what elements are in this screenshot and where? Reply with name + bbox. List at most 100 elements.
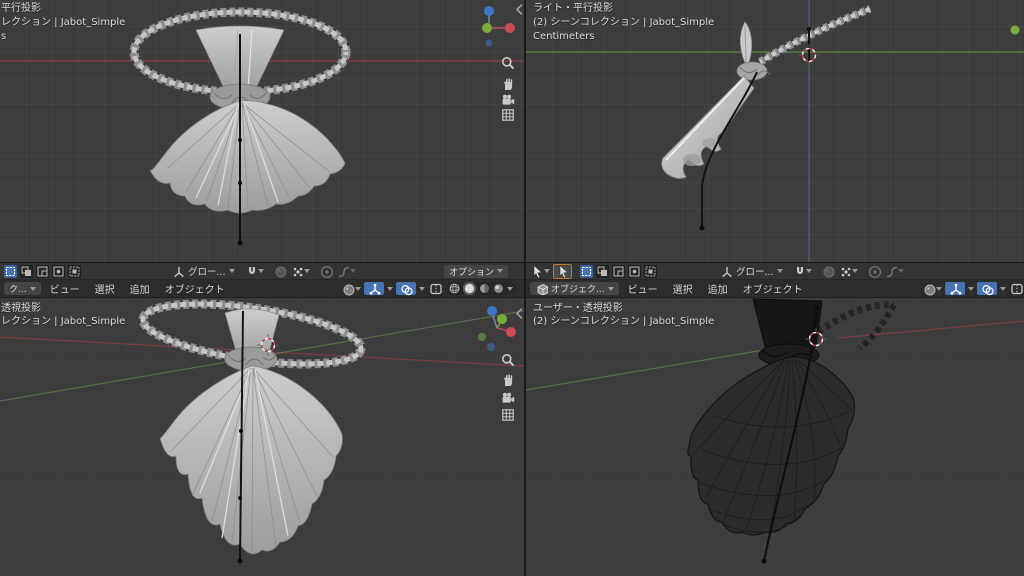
header-row-left: ク... ビュー 選択 追加 オブジェクト bbox=[0, 280, 524, 297]
select-mode-intersect[interactable] bbox=[68, 265, 81, 278]
proportional-falloff-dropdown[interactable] bbox=[884, 264, 904, 278]
gizmo-toggle[interactable] bbox=[364, 282, 384, 295]
transform-orientation-dropdown[interactable]: グロー... bbox=[719, 264, 783, 278]
active-tool-button[interactable] bbox=[553, 264, 572, 279]
select-mode-set[interactable] bbox=[4, 265, 17, 278]
viewport-persp-canvas[interactable] bbox=[0, 298, 524, 576]
xray-icon bbox=[428, 281, 443, 296]
menu-view[interactable]: ビュー bbox=[44, 281, 86, 296]
area-divider-vertical[interactable] bbox=[524, 0, 526, 576]
transform-orientation-dropdown[interactable]: グロー... bbox=[171, 264, 235, 278]
pan-hand-icon[interactable] bbox=[504, 374, 512, 386]
zoom-icon[interactable] bbox=[503, 355, 513, 365]
overlays-toggle[interactable] bbox=[396, 282, 416, 295]
jabot-model-wireframe[interactable] bbox=[688, 299, 894, 564]
zoom-icon[interactable] bbox=[503, 58, 513, 68]
select-mode-extend[interactable] bbox=[20, 265, 33, 278]
gizmo-toggle[interactable] bbox=[945, 282, 965, 295]
gizmo-y-axis[interactable] bbox=[482, 23, 492, 33]
menu-select[interactable]: 選択 bbox=[89, 281, 121, 296]
proportional-falloff-dropdown[interactable] bbox=[336, 264, 356, 278]
viewport-right-ortho[interactable]: ライト・平行投影 (2) シーンコレクション | Jabot_Simple Ce… bbox=[526, 0, 1024, 262]
camera-view-icon[interactable] bbox=[503, 393, 515, 403]
camera-view-icon[interactable] bbox=[503, 95, 515, 105]
gizmo-z-axis[interactable] bbox=[484, 6, 494, 16]
ortho-grid-icon[interactable] bbox=[503, 410, 513, 420]
gizmo-z-neg[interactable] bbox=[487, 343, 495, 351]
xray-toggle[interactable] bbox=[1009, 282, 1024, 296]
viewport-front-ortho[interactable]: 平行投影 レクション | Jabot_Simple s bbox=[0, 0, 524, 262]
shading-solid-active[interactable] bbox=[463, 282, 476, 295]
viewport-wireframe-canvas[interactable] bbox=[526, 298, 1024, 576]
mode-dropdown[interactable]: オブジェク... bbox=[530, 282, 619, 295]
shading-wireframe-icon[interactable] bbox=[449, 283, 460, 294]
cursor-tool-icon bbox=[530, 264, 544, 279]
jabot-model-persp[interactable] bbox=[139, 298, 364, 564]
shading-dropdown[interactable] bbox=[507, 287, 513, 291]
shading-rendered-icon[interactable] bbox=[493, 283, 504, 294]
gizmo-z-axis[interactable] bbox=[487, 306, 497, 316]
shading-material-icon[interactable] bbox=[479, 283, 490, 294]
viewport-right-canvas[interactable] bbox=[526, 0, 1024, 262]
visibility-dropdown[interactable] bbox=[341, 282, 361, 296]
menu-add[interactable]: 追加 bbox=[124, 281, 156, 296]
pan-hand-icon[interactable] bbox=[504, 78, 512, 90]
header-right-cluster-clipped bbox=[922, 280, 1024, 297]
snap-target-button[interactable] bbox=[821, 264, 835, 278]
active-tool-dropdown[interactable] bbox=[530, 264, 550, 278]
viewport-front-canvas[interactable] bbox=[0, 0, 524, 262]
gizmo-x-axis[interactable] bbox=[506, 327, 516, 337]
proportional-icon bbox=[319, 264, 333, 278]
snap-target-button[interactable] bbox=[273, 264, 287, 278]
sidebar-expand-icon[interactable] bbox=[517, 309, 522, 318]
select-mode-invert[interactable] bbox=[52, 265, 65, 278]
area-divider-horizontal[interactable] bbox=[0, 262, 1024, 263]
select-mode-set[interactable] bbox=[580, 265, 593, 278]
select-mode-intersect[interactable] bbox=[644, 265, 657, 278]
shading-mode-group bbox=[446, 282, 516, 295]
gizmo-z-neg[interactable] bbox=[486, 40, 493, 47]
pivot-point-dropdown[interactable] bbox=[290, 264, 310, 278]
options-label: オプション bbox=[449, 265, 494, 278]
snap-magnet-button[interactable] bbox=[792, 264, 812, 278]
gizmo-y-neg[interactable] bbox=[478, 333, 486, 341]
orientation-label: グロー... bbox=[736, 264, 774, 278]
select-mode-extend[interactable] bbox=[596, 265, 609, 278]
nav-gizmo-front[interactable] bbox=[482, 6, 515, 47]
select-mode-subtract[interactable] bbox=[36, 265, 49, 278]
viewport-user-persp-wireframe[interactable]: ユーザー・透視投影 (2) シーンコレクション | Jabot_Simple bbox=[526, 298, 1024, 576]
menu-object[interactable]: オブジェクト bbox=[737, 281, 809, 296]
jabot-model-front[interactable] bbox=[134, 12, 346, 246]
jabot-model-side[interactable] bbox=[662, 9, 870, 231]
snap-magnet-button[interactable] bbox=[244, 264, 264, 278]
shading-solid-icon bbox=[464, 283, 475, 294]
ortho-grid-icon[interactable] bbox=[503, 110, 513, 120]
gizmo-y-axis[interactable] bbox=[497, 314, 507, 324]
overlays-toggle[interactable] bbox=[977, 282, 997, 295]
select-mode-invert[interactable] bbox=[628, 265, 641, 278]
xray-icon bbox=[1009, 281, 1024, 296]
proportional-editing-toggle[interactable] bbox=[867, 264, 881, 278]
gizmo-icon bbox=[367, 282, 381, 296]
mode-dropdown[interactable]: ク... bbox=[4, 282, 41, 295]
proportional-editing-toggle[interactable] bbox=[319, 264, 333, 278]
gizmo-x-axis[interactable] bbox=[505, 23, 515, 33]
visibility-dropdown[interactable] bbox=[922, 282, 942, 296]
pivot-point-dropdown[interactable] bbox=[838, 264, 858, 278]
select-mode-subtract[interactable] bbox=[612, 265, 625, 278]
options-dropdown[interactable]: オプション bbox=[444, 265, 508, 278]
gizmo-icon bbox=[948, 282, 962, 296]
menu-view[interactable]: ビュー bbox=[622, 281, 664, 296]
blender-screen: 平行投影 レクション | Jabot_Simple s bbox=[0, 0, 1024, 576]
menu-select[interactable]: 選択 bbox=[667, 281, 699, 296]
menu-add[interactable]: 追加 bbox=[702, 281, 734, 296]
menu-object[interactable]: オブジェクト bbox=[159, 281, 231, 296]
viewport-user-persp-solid[interactable]: 透視投影 レクション | Jabot_Simple bbox=[0, 298, 524, 576]
gizmo-partial-ball[interactable] bbox=[1011, 26, 1020, 35]
visibility-icon bbox=[922, 282, 936, 296]
proportional-falloff-icon bbox=[336, 264, 350, 278]
sidebar-expand-icon[interactable] bbox=[517, 5, 522, 14]
mode-label: オブジェク... bbox=[551, 282, 605, 295]
xray-toggle[interactable] bbox=[428, 282, 443, 296]
pivot-point-icon bbox=[838, 264, 852, 278]
